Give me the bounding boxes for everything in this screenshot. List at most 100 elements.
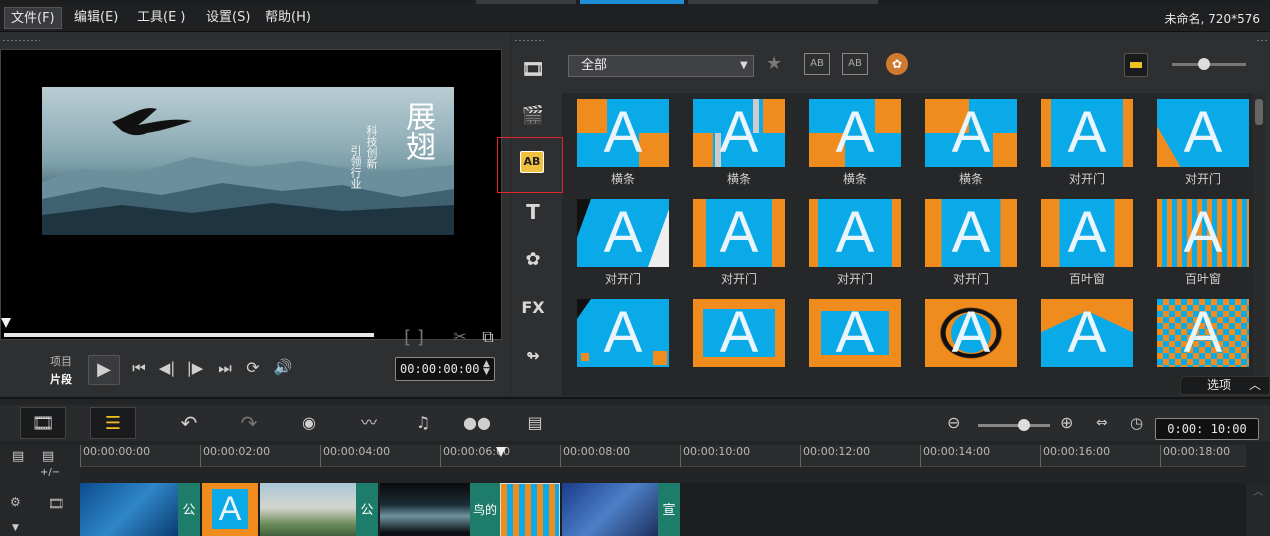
timeline-scroll-up-icon[interactable]: ︿ [1246,483,1270,536]
timeline-view-icon[interactable]: ☰ [90,407,136,439]
path-icon[interactable]: ↬ [518,343,548,369]
next-frame-icon[interactable]: |▶ [184,359,206,377]
transition-item[interactable]: A 对开门 [574,193,690,293]
view-toggle-button[interactable] [1124,53,1148,77]
scrub-bar[interactable] [4,333,374,337]
thumb-size-handle[interactable] [1198,58,1210,70]
apply-current-icon[interactable]: AB [842,53,868,75]
clip-people[interactable] [562,483,658,536]
title-icon[interactable]: T [518,199,548,225]
panel-grip[interactable] [514,39,544,42]
track-manager-icon[interactable]: ▤ [12,449,24,464]
preview-line2: 引领行业 [349,145,362,189]
store-icon[interactable]: ✿ [886,53,908,75]
transition-thumbnail: A [809,299,901,367]
scissors-icon[interactable]: ✂ [450,327,470,346]
scroll-thumb[interactable] [1255,99,1263,125]
zoom-slider[interactable] [978,424,1050,427]
mode-clip[interactable]: 片段 [50,371,72,387]
transition-item[interactable]: A [922,293,1038,393]
repeat-icon[interactable]: ⟳ [242,358,264,377]
clip-map[interactable] [80,483,178,536]
clip-title-tag[interactable]: 宣 [658,483,680,536]
transition-thumbnail: A [577,299,669,367]
zoom-out-icon[interactable]: ⊖ [947,413,960,432]
options-button[interactable]: 选项 ︿ [1180,376,1270,395]
zoom-in-icon[interactable]: ⊕ [1060,413,1073,432]
add-favorite-icon[interactable]: ★ [766,53,782,74]
transition-thumbnail: A [1041,299,1133,367]
transition-item[interactable]: A 对开门 [922,193,1038,293]
panel-grip[interactable] [2,39,40,42]
transition-item[interactable]: A 横条 [806,93,922,193]
mark-in-out-icon[interactable]: [ ] [394,327,434,348]
transition-item[interactable]: A [574,293,690,393]
track-settings-icon[interactable]: ⚙ [10,495,21,509]
prev-frame-icon[interactable]: ◀| [156,359,178,377]
video-track[interactable]: 公 A 公 鸟的 宣 [80,483,1246,536]
transition-thumbnail: A [1157,299,1249,367]
go-end-icon[interactable]: ⏭ [214,359,236,377]
transition-item[interactable]: A 对开门 [1038,93,1154,193]
motion-track-icon[interactable]: ●● [454,407,500,439]
redo-icon[interactable]: ↷ [226,407,272,439]
mode-project[interactable]: 项目 [50,353,72,369]
transition-item[interactable]: A [806,293,922,393]
undo-icon[interactable]: ↶ [166,407,212,439]
transition-clip[interactable]: A [202,483,258,536]
chapter-icon[interactable]: ▤ [42,449,54,464]
transition-item[interactable]: A 百叶窗 [1154,193,1256,293]
media-icon[interactable]: 🎞 [518,57,548,83]
transition-item[interactable]: A [690,293,806,393]
filter-icon[interactable]: FX [518,295,548,321]
enlarge-icon[interactable]: ⧉ [478,327,498,347]
chevron-down-icon[interactable]: ▼ [12,523,19,533]
transition-item[interactable]: A 对开门 [690,193,806,293]
clip-title-tag[interactable]: 公 [356,483,378,536]
timeline-ruler[interactable]: 00:00:00:00 00:00:02:00 00:00:04:00 00:00:0… [80,445,1246,467]
transition-clip-selected[interactable] [500,483,560,536]
track-add-remove[interactable]: +/− [40,467,60,478]
project-duration[interactable]: 0:00: 10:00 [1155,418,1259,440]
transition-item[interactable]: A 百叶窗 [1038,193,1154,293]
zoom-handle[interactable] [1018,419,1030,431]
transition-item[interactable]: A 对开门 [806,193,922,293]
clip-city[interactable] [260,483,356,536]
menu-settings[interactable]: 设置(S) [200,7,256,29]
audio-mixer-icon[interactable]: 〰 [346,407,392,439]
transition-item[interactable]: A 对开门 [1154,93,1256,193]
timecode-spin-icon[interactable]: ▲ ▼ [483,360,490,377]
transition-item[interactable]: A 横条 [574,93,690,193]
transition-thumbnail: A [693,199,785,267]
menu-file[interactable]: 文件(F) [4,7,62,29]
play-button[interactable]: ▶ [88,355,120,385]
transition-glyph: A [951,200,991,265]
menu-tools[interactable]: 工具(E ) [131,7,192,29]
storyboard-view-icon[interactable]: 🎞 [20,407,66,439]
transition-item[interactable]: A [1038,293,1154,393]
auto-music-icon[interactable]: ♫ [400,407,446,439]
clip-title-tag[interactable]: 鸟的 [470,483,500,536]
menu-edit[interactable]: 编辑(E) [68,7,124,29]
apply-random-icon[interactable]: AB [804,53,830,75]
panel-grip-right[interactable] [1256,39,1268,42]
player-timecode[interactable]: 00:00:00:00 [395,357,495,381]
clip-eagle[interactable] [380,483,470,536]
transition-item[interactable]: A 横条 [922,93,1038,193]
volume-icon[interactable]: 🔊 [272,358,294,376]
chevron-down-icon[interactable]: ▼ [740,60,748,71]
video-editor-window: 文件(F) 编辑(E) 工具(E ) 设置(S) 帮助(H) 未命名, 720*… [0,0,1270,536]
fit-project-icon[interactable]: ⇔ [1096,415,1108,431]
go-start-icon[interactable]: ⏮ [128,359,150,377]
transition-item[interactable]: A 横条 [690,93,806,193]
record-capture-icon[interactable]: ◉ [286,407,332,439]
graphic-icon[interactable]: ✿ [518,247,548,273]
transition-glyph: A [835,300,875,365]
clip-title-tag[interactable]: 公 [178,483,200,536]
library-filter-dropdown[interactable]: 全部 [568,55,754,77]
menu-help[interactable]: 帮助(H) [259,7,317,29]
subtitle-editor-icon[interactable]: ▤ [512,407,558,439]
instant-project-icon[interactable]: 🎬 [518,103,548,129]
library-scrollbar[interactable] [1253,93,1266,395]
transition-label: 横条 [958,172,983,186]
